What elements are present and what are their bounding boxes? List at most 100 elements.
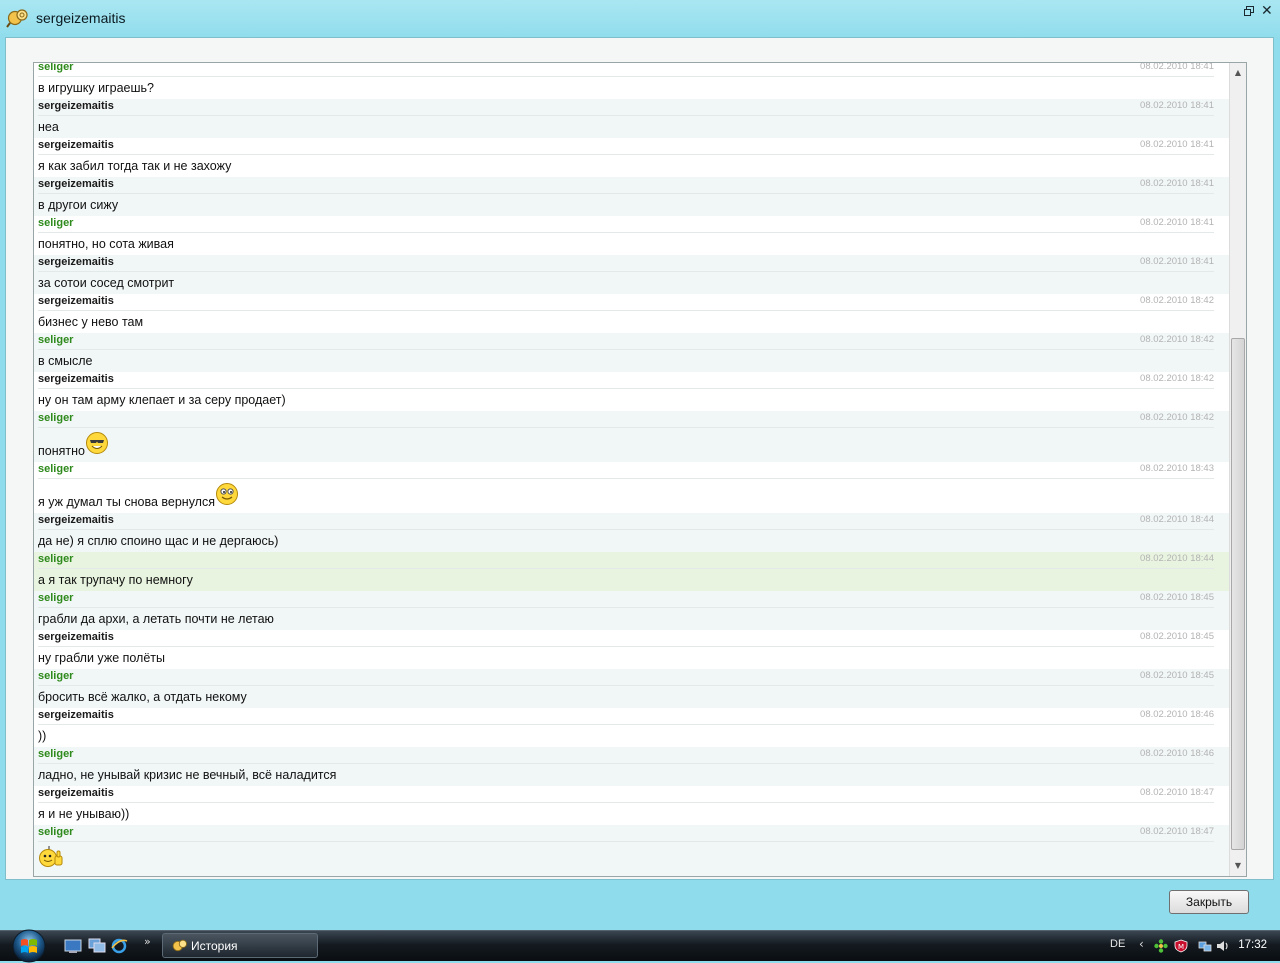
tray-expand-icon[interactable]: ‹ — [1139, 937, 1144, 951]
message-header: sergeizemaitis 08.02.2010 18:45 — [34, 630, 1230, 647]
message-text: я и не унываю)) — [38, 807, 130, 821]
message-body — [38, 845, 64, 872]
message-body: я как забил тогда так и не захожу — [38, 159, 231, 173]
message-body: в смысле — [38, 354, 92, 368]
message-divider — [38, 115, 1214, 116]
title-bar[interactable]: sergeizemaitis ✕ — [0, 0, 1280, 36]
message-time: 08.02.2010 18:42 — [1140, 412, 1214, 423]
message-time: 08.02.2010 18:42 — [1140, 295, 1214, 306]
network-icon[interactable] — [1198, 939, 1212, 953]
message-item: sergeizemaitis 08.02.2010 18:41 в другои с… — [34, 177, 1230, 216]
message-author: sergeizemaitis — [38, 373, 114, 385]
message-author: seliger — [38, 826, 74, 838]
message-item: sergeizemaitis 08.02.2010 18:41 неа — [34, 99, 1230, 138]
clock[interactable]: 17:32 — [1238, 939, 1267, 951]
message-header: seliger 08.02.2010 18:41 — [34, 62, 1230, 77]
message-text: в игрушку играешь? — [38, 81, 154, 95]
message-body: я и не унываю)) — [38, 807, 129, 821]
message-text: да не) я сплю споино щас и не дергаюсь) — [38, 534, 279, 548]
message-item: seliger 08.02.2010 18:45 бросить всё жалко… — [34, 669, 1230, 708]
icq-flower-icon[interactable] — [1154, 939, 1168, 953]
message-body: понятно — [38, 431, 109, 458]
show-desktop-icon[interactable] — [64, 938, 82, 954]
taskbar-item-history[interactable]: История — [162, 933, 318, 958]
message-author: sergeizemaitis — [38, 514, 114, 526]
message-item: sergeizemaitis 08.02.2010 18:41 за сотои с… — [34, 255, 1230, 294]
message-text: ну грабли уже полёты — [38, 651, 166, 665]
message-author: sergeizemaitis — [38, 295, 114, 307]
volume-icon[interactable] — [1216, 939, 1230, 953]
message-divider — [38, 232, 1214, 233]
message-author: sergeizemaitis — [38, 178, 114, 190]
switch-windows-icon[interactable] — [88, 938, 106, 954]
scroll-down-icon[interactable]: ▼ — [1231, 858, 1245, 874]
message-author: sergeizemaitis — [38, 631, 114, 643]
message-time: 08.02.2010 18:47 — [1140, 787, 1214, 798]
message-author: seliger — [38, 553, 74, 565]
message-divider — [38, 154, 1214, 155]
message-divider — [38, 841, 1214, 842]
system-tray: DE ‹ M 17:32 — [1100, 931, 1280, 961]
message-item: sergeizemaitis 08.02.2010 18:46)) — [34, 708, 1230, 747]
message-author: seliger — [38, 592, 74, 604]
close-button[interactable]: Закрыть — [1169, 890, 1249, 914]
start-button[interactable] — [9, 929, 49, 963]
message-body: за сотои сосед смотрит — [38, 276, 174, 290]
message-text: в смысле — [38, 354, 93, 368]
security-shield-icon[interactable]: M — [1174, 939, 1188, 953]
scrollbar-thumb[interactable] — [1231, 338, 1245, 850]
close-icon[interactable]: ✕ — [1261, 4, 1273, 18]
message-header: seliger 08.02.2010 18:46 — [34, 747, 1230, 764]
message-body: бизнес у нево там — [38, 315, 143, 329]
message-divider — [38, 310, 1214, 311]
restore-icon[interactable] — [1244, 5, 1254, 19]
message-divider — [38, 76, 1214, 77]
message-time: 08.02.2010 18:45 — [1140, 592, 1214, 603]
message-author: seliger — [38, 748, 74, 760]
cool-smiley-icon — [85, 431, 109, 458]
message-header: sergeizemaitis 08.02.2010 18:41 — [34, 99, 1230, 116]
message-divider — [38, 349, 1214, 350]
app-icon — [172, 939, 187, 952]
message-divider — [38, 271, 1214, 272]
message-item: seliger 08.02.2010 18:43 я уж думал ты сно… — [34, 462, 1230, 513]
app-icon — [6, 9, 28, 28]
message-body: я уж думал ты снова вернулся — [38, 482, 239, 509]
message-time: 08.02.2010 18:47 — [1140, 826, 1214, 837]
message-body: понятно, но сота живая — [38, 237, 174, 251]
message-body: в другои сижу — [38, 198, 118, 212]
message-item: seliger 08.02.2010 18:45 грабли да архи, а… — [34, 591, 1230, 630]
message-item: seliger 08.02.2010 18:42 в смысле — [34, 333, 1230, 372]
message-author: seliger — [38, 670, 74, 682]
message-body: а я так трупачу по немногу — [38, 573, 193, 587]
message-author: sergeizemaitis — [38, 139, 114, 151]
message-text: понятно, но сота живая — [38, 237, 174, 251]
svg-text:M: M — [1178, 943, 1184, 951]
chat-history[interactable]: seliger 08.02.2010 18:41 в игрушку играешь… — [33, 62, 1247, 877]
message-body: )) — [38, 729, 46, 743]
internet-explorer-icon[interactable] — [110, 938, 128, 954]
message-item: seliger 08.02.2010 18:44 а я так трупачу п… — [34, 552, 1230, 591]
message-header: sergeizemaitis 08.02.2010 18:41 — [34, 138, 1230, 155]
message-author: sergeizemaitis — [38, 709, 114, 721]
message-divider — [38, 193, 1214, 194]
message-body: бросить всё жалко, а отдать некому — [38, 690, 247, 704]
language-indicator[interactable]: DE — [1110, 938, 1125, 950]
scroll-up-icon[interactable]: ▲ — [1231, 65, 1245, 81]
message-text: бизнес у нево там — [38, 315, 144, 329]
message-text: за сотои сосед смотрит — [38, 276, 175, 290]
message-text: а я так трупачу по немногу — [38, 573, 193, 587]
message-time: 08.02.2010 18:41 — [1140, 62, 1214, 72]
message-header: seliger 08.02.2010 18:43 — [34, 462, 1230, 479]
message-text: я уж думал ты снова вернулся — [38, 495, 215, 509]
message-time: 08.02.2010 18:42 — [1140, 334, 1214, 345]
message-header: sergeizemaitis 08.02.2010 18:41 — [34, 177, 1230, 194]
message-text: грабли да архи, а летать почти не летаю — [38, 612, 274, 626]
message-header: seliger 08.02.2010 18:44 — [34, 552, 1230, 569]
message-divider — [38, 388, 1214, 389]
taskbar-item-label: История — [191, 939, 238, 953]
quick-launch-more[interactable]: » — [144, 935, 151, 948]
scrollbar[interactable]: ▲ ▼ — [1229, 63, 1246, 876]
message-header: sergeizemaitis 08.02.2010 18:47 — [34, 786, 1230, 803]
message-author: seliger — [38, 412, 74, 424]
